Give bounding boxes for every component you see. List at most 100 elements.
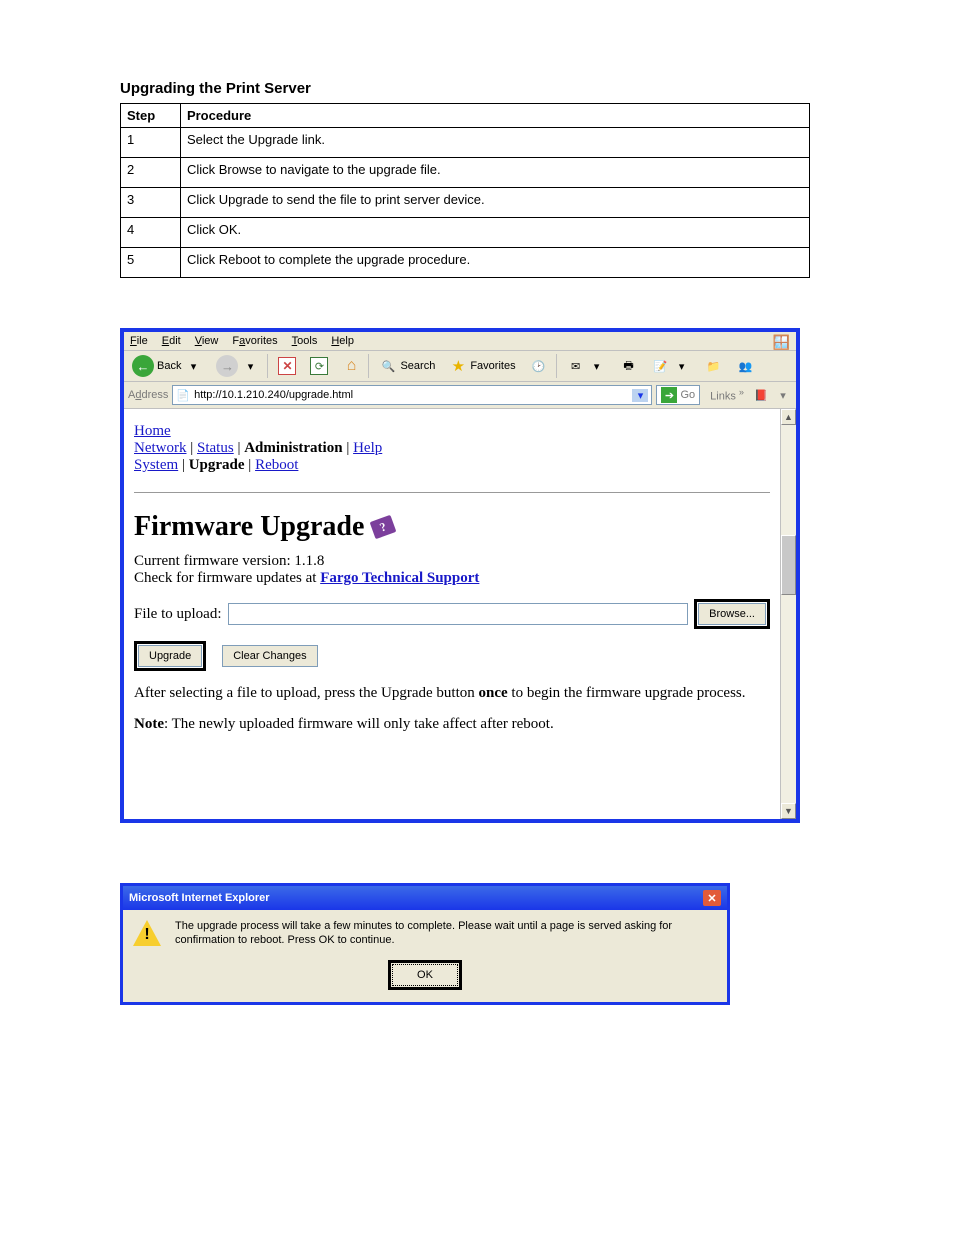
network-link[interactable]: Network [134, 440, 187, 456]
steps-table: Step Procedure 1Select the Upgrade link.… [120, 103, 810, 278]
favorites-button[interactable]: ★ Favorites [445, 354, 519, 378]
step-number: 2 [121, 158, 181, 188]
upgrade-current: Upgrade [189, 457, 245, 473]
history-button[interactable]: 🕑 [526, 354, 557, 378]
table-row: 2Click Browse to navigate to the upgrade… [121, 158, 810, 188]
forward-button[interactable]: → ▾ [212, 354, 268, 378]
step-number: 1 [121, 128, 181, 158]
table-row: 4Click OK. [121, 218, 810, 248]
home-button[interactable]: ⌂ [338, 354, 369, 378]
back-button[interactable]: ← Back ▾ [128, 354, 206, 378]
menu-help[interactable]: Help [331, 335, 354, 347]
clear-changes-button[interactable]: Clear Changes [222, 645, 317, 667]
step-number: 5 [121, 248, 181, 278]
messenger-icon: 👥 [737, 360, 755, 373]
go-button[interactable]: ➔ Go [656, 385, 700, 405]
pdf-icon[interactable]: 📕 [752, 389, 770, 402]
page-body: Home Network | Status | Administration |… [124, 409, 780, 819]
dropdown-arrow-icon[interactable]: ▾ [632, 389, 648, 402]
mail-icon: ✉ [567, 360, 585, 373]
back-arrow-icon: ← [132, 355, 154, 377]
step-number: 3 [121, 188, 181, 218]
go-arrow-icon: ➔ [661, 387, 677, 403]
page-title: Firmware Upgrade ? [134, 511, 770, 543]
print-button[interactable]: 🖶 [616, 354, 642, 378]
dropdown-arrow-icon: ▾ [774, 389, 792, 402]
mail-button[interactable]: ✉ ▾ [563, 354, 610, 378]
menubar: File Edit View Favorites Tools Help 🪟 [124, 332, 796, 351]
dialog-titlebar: Microsoft Internet Explorer ✕ [123, 886, 727, 910]
folder-button[interactable]: 📁 [701, 354, 727, 378]
upgrade-button[interactable]: Upgrade [138, 645, 202, 667]
forward-arrow-icon: → [216, 355, 238, 377]
note-paragraph: Note: The newly uploaded firmware will o… [134, 716, 770, 733]
stop-icon: ✕ [278, 357, 296, 375]
address-input[interactable]: 📄 http://10.1.210.240/upgrade.html ▾ [172, 385, 652, 405]
print-icon: 🖶 [620, 357, 638, 376]
menu-tools[interactable]: Tools [292, 335, 318, 347]
stop-button[interactable]: ✕ [274, 354, 300, 378]
step-number: 4 [121, 218, 181, 248]
home-icon: ⌂ [342, 357, 360, 375]
menu-favorites[interactable]: Favorites [232, 335, 277, 347]
edit-button[interactable]: 📝 ▾ [648, 354, 695, 378]
go-label: Go [680, 389, 695, 401]
home-link[interactable]: Home [134, 423, 171, 439]
messenger-button[interactable]: 👥 [733, 354, 759, 378]
dropdown-arrow-icon: ▾ [241, 360, 259, 373]
windows-flag-icon: 🪟 [773, 334, 790, 351]
check-line: Check for firmware updates at Fargo Tech… [134, 570, 770, 587]
support-link[interactable]: Fargo Technical Support [320, 570, 479, 586]
dropdown-arrow-icon: ▾ [588, 360, 606, 373]
scroll-down-icon[interactable]: ▼ [781, 803, 796, 819]
edit-icon: 📝 [652, 360, 670, 373]
search-icon: 🔍 [379, 360, 397, 373]
ok-button[interactable]: OK [392, 964, 458, 986]
table-row: 5Click Reboot to complete the upgrade pr… [121, 248, 810, 278]
procedure-header: Procedure [180, 104, 809, 128]
scroll-thumb[interactable] [781, 535, 796, 595]
system-link[interactable]: System [134, 457, 178, 473]
browse-button[interactable]: Browse... [698, 603, 766, 625]
refresh-icon: ⟳ [310, 357, 328, 375]
close-button[interactable]: ✕ [703, 890, 721, 906]
address-label: Address [128, 389, 168, 401]
help-link[interactable]: Help [353, 440, 382, 456]
step-text: Click Browse to navigate to the upgrade … [180, 158, 809, 188]
section-heading: Upgrading the Print Server [120, 80, 834, 97]
content-area: Home Network | Status | Administration |… [124, 409, 796, 819]
step-text: Click Upgrade to send the file to print … [180, 188, 809, 218]
help-book-icon[interactable]: ? [370, 515, 397, 539]
file-input[interactable] [228, 603, 689, 625]
scroll-track[interactable] [781, 425, 796, 803]
dropdown-arrow-icon: ▾ [184, 360, 202, 373]
warning-icon: ! [133, 920, 161, 948]
upgrade-highlight: Upgrade [134, 641, 206, 671]
reboot-link[interactable]: Reboot [255, 457, 298, 473]
menu-view[interactable]: View [195, 335, 219, 347]
dropdown-arrow-icon: ▾ [673, 360, 691, 373]
favorites-label: Favorites [470, 360, 515, 372]
scroll-up-icon[interactable]: ▲ [781, 409, 796, 425]
back-label: Back [157, 360, 181, 372]
links-button[interactable]: Links » [710, 387, 744, 403]
step-header: Step [121, 104, 181, 128]
vertical-scrollbar[interactable]: ▲ ▼ [780, 409, 796, 819]
address-bar: Address 📄 http://10.1.210.240/upgrade.ht… [124, 382, 796, 409]
dialog-message: The upgrade process will take a few minu… [175, 920, 717, 948]
browse-highlight: Browse... [694, 599, 770, 629]
refresh-button[interactable]: ⟳ [306, 354, 332, 378]
search-button[interactable]: 🔍 Search [375, 354, 439, 378]
step-text: Select the Upgrade link. [180, 128, 809, 158]
admin-current: Administration [244, 440, 342, 456]
version-line: Current firmware version: 1.1.8 [134, 553, 770, 570]
toolbar: ← Back ▾ → ▾ ✕ ⟳ ⌂ 🔍 Search ★ Favorites … [124, 351, 796, 382]
menu-file[interactable]: File [130, 335, 148, 347]
menu-edit[interactable]: Edit [162, 335, 181, 347]
ok-highlight: OK [388, 960, 462, 990]
search-label: Search [400, 360, 435, 372]
status-link[interactable]: Status [197, 440, 234, 456]
history-icon: 🕑 [530, 360, 548, 373]
star-icon: ★ [449, 357, 467, 375]
table-row: 3Click Upgrade to send the file to print… [121, 188, 810, 218]
